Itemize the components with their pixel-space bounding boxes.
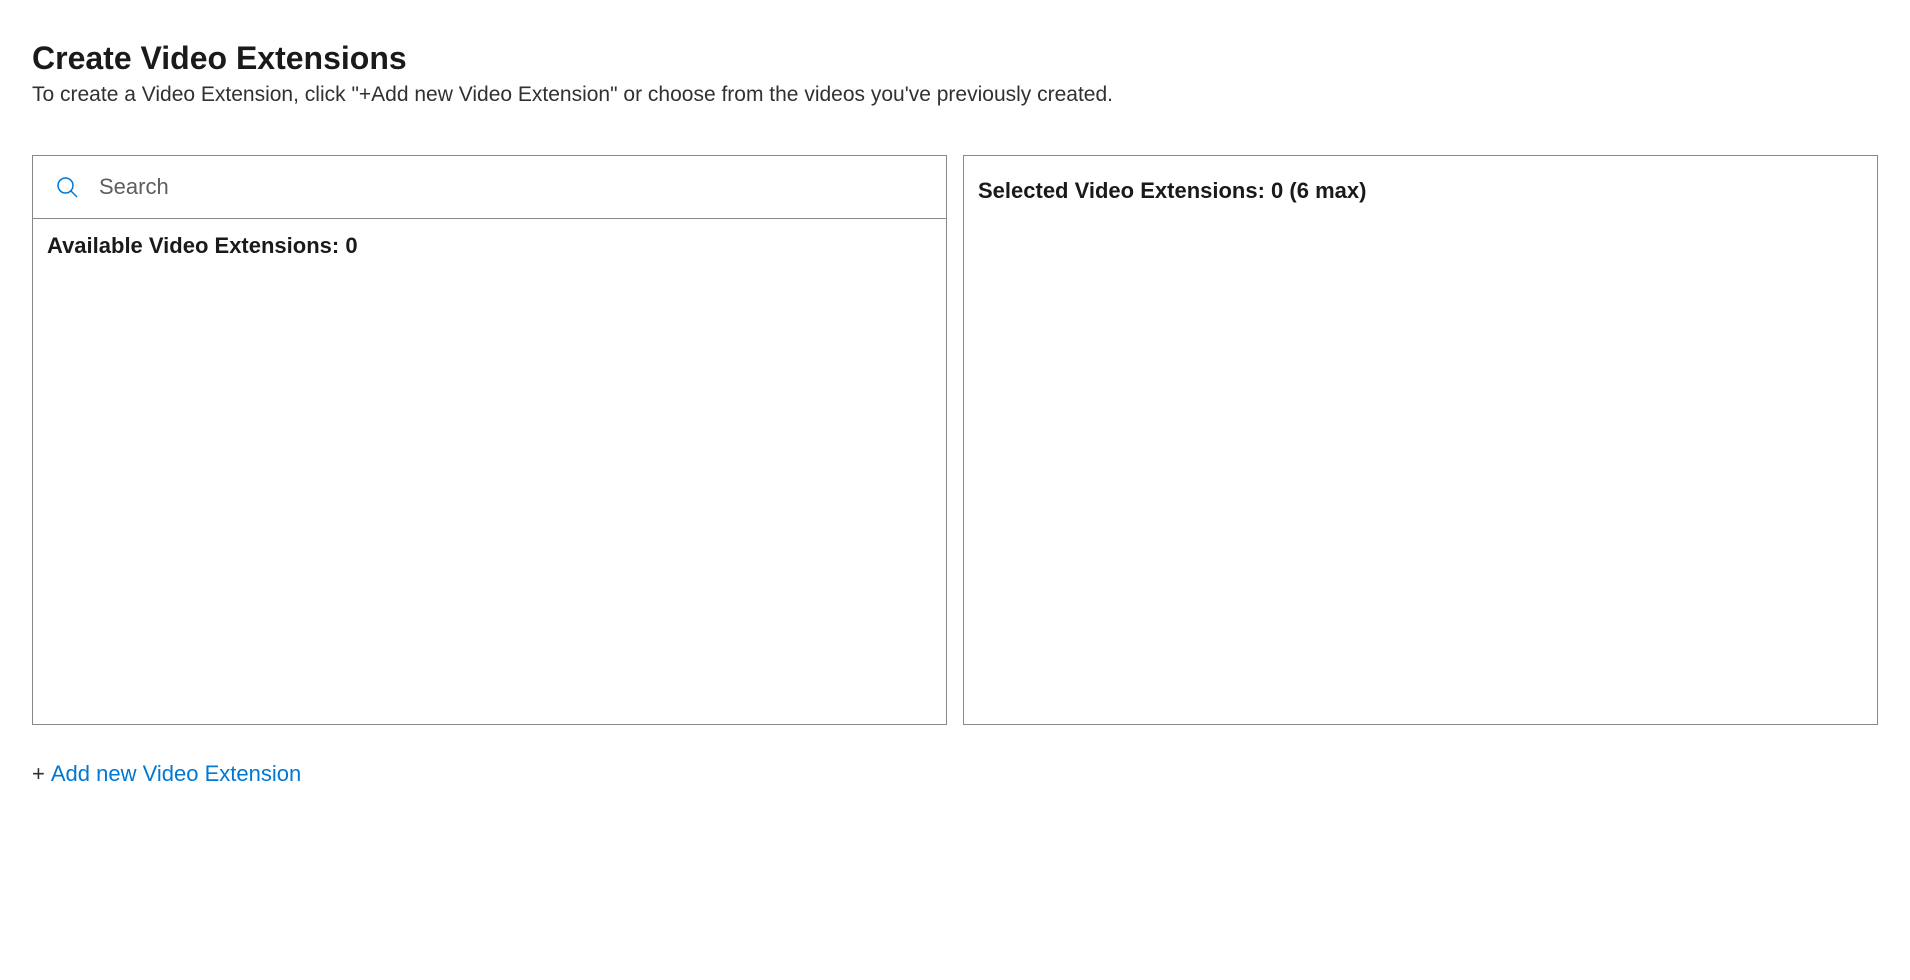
- selected-count: 0: [1271, 178, 1283, 203]
- search-icon: [55, 175, 79, 199]
- available-label-prefix: Available Video Extensions:: [47, 233, 345, 258]
- selected-max-suffix: (6 max): [1283, 178, 1366, 203]
- panels-container: Available Video Extensions: 0 Selected V…: [32, 155, 1878, 725]
- add-new-label: Add new Video Extension: [51, 761, 301, 787]
- available-panel: Available Video Extensions: 0: [32, 155, 947, 725]
- plus-icon: +: [32, 761, 45, 787]
- available-count: 0: [345, 233, 357, 258]
- add-new-video-extension-link[interactable]: + Add new Video Extension: [32, 761, 301, 787]
- search-input[interactable]: [99, 174, 924, 200]
- search-bar: [33, 156, 946, 219]
- selected-panel: Selected Video Extensions: 0 (6 max): [963, 155, 1878, 725]
- available-header: Available Video Extensions: 0: [33, 219, 946, 273]
- selected-header: Selected Video Extensions: 0 (6 max): [964, 156, 1877, 218]
- page-title: Create Video Extensions: [32, 40, 1878, 77]
- selected-label-prefix: Selected Video Extensions:: [978, 178, 1271, 203]
- page-subtitle: To create a Video Extension, click "+Add…: [32, 83, 1878, 107]
